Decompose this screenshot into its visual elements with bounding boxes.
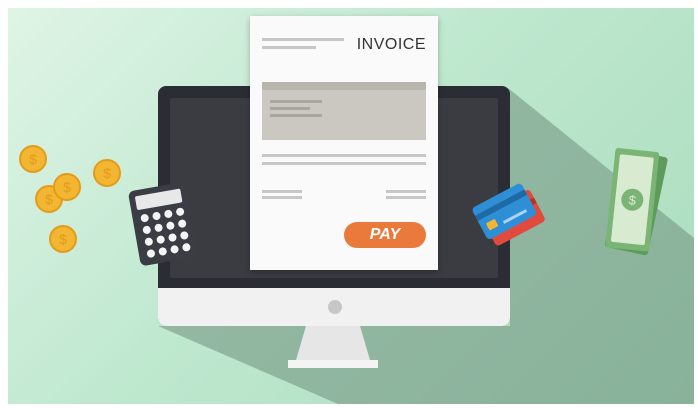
content-line bbox=[262, 162, 426, 165]
total-line bbox=[262, 190, 302, 193]
header-line bbox=[262, 46, 316, 49]
detail-line bbox=[270, 100, 322, 103]
svg-text:$: $ bbox=[59, 231, 67, 247]
detail-line bbox=[270, 114, 322, 117]
total-line bbox=[262, 196, 302, 199]
dollar-coin-icon: $ bbox=[93, 159, 121, 187]
content-line bbox=[262, 154, 426, 157]
svg-text:$: $ bbox=[103, 165, 111, 181]
dollar-coin-icon: $ bbox=[19, 145, 47, 173]
total-line bbox=[386, 196, 426, 199]
dollar-coin-icon: $ bbox=[53, 173, 81, 201]
illustration-scene: INVOICE PAY $ $ $ $ $ $ bbox=[8, 8, 694, 404]
dollar-coin-icon: $ bbox=[49, 225, 77, 253]
total-line bbox=[386, 190, 426, 193]
svg-text:$: $ bbox=[29, 151, 37, 167]
pay-button[interactable]: PAY bbox=[344, 222, 426, 248]
monitor-stand bbox=[288, 326, 378, 368]
power-button-icon bbox=[328, 300, 342, 314]
calculator-icon bbox=[128, 182, 198, 266]
invoice-details-header bbox=[262, 82, 426, 90]
banknote-icon: $ bbox=[604, 147, 668, 256]
invoice-document: INVOICE PAY bbox=[250, 16, 438, 270]
detail-line bbox=[270, 107, 310, 110]
header-line bbox=[262, 38, 344, 41]
credit-card-icon bbox=[472, 183, 545, 246]
invoice-details-box bbox=[262, 82, 426, 140]
invoice-title: INVOICE bbox=[356, 36, 426, 53]
monitor-chin bbox=[158, 288, 510, 326]
svg-text:$: $ bbox=[63, 179, 71, 195]
